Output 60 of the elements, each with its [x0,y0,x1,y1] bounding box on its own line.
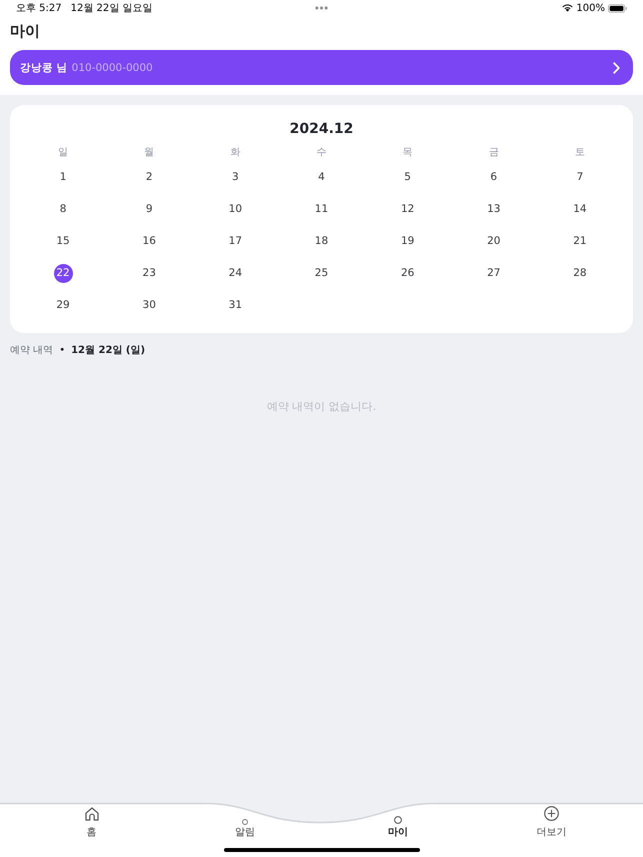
separator-dot: • [59,344,66,356]
tab-item[interactable]: 더보기 [536,806,566,839]
section-label: 예약 내역 [10,344,54,357]
status-time: 오후 5:27 [16,2,62,15]
calendar-day[interactable]: 19 [398,232,418,250]
calendar-day[interactable]: 24 [226,264,245,282]
weekday-label: 화 [230,147,240,159]
calendar-day[interactable]: 22 [54,264,73,282]
profile-card[interactable]: 강낭콩 님 010-0000-0000 [10,50,633,85]
calendar-day[interactable]: 18 [312,232,331,250]
empty-message: 예약 내역이 없습니다. [266,400,376,414]
weekday-label: 월 [144,147,154,159]
calendar-day[interactable]: 29 [54,296,73,314]
calendar-day[interactable]: 25 [312,264,331,282]
calendar-day[interactable]: 23 [140,264,159,282]
tab-item[interactable]: 마이 [388,806,408,839]
calendar-day[interactable]: 4 [312,168,331,186]
calendar-day[interactable]: 13 [484,200,504,218]
battery-percent: 100% [576,2,605,14]
calendar-day[interactable]: 31 [226,296,245,314]
weekday-label: 금 [488,147,499,159]
page-title: 마이 [10,21,41,42]
plus-circle-icon [544,806,559,821]
home-icon [84,807,99,821]
chevron-right-icon [613,62,620,74]
calendar-day[interactable]: 8 [54,200,73,218]
calendar-day[interactable]: 20 [484,232,504,250]
calendar-day[interactable]: 12 [398,200,418,218]
calendar-title: 2024.12 [288,120,354,139]
battery-icon [608,4,627,12]
calendar-day[interactable]: 21 [570,232,590,250]
calendar-day[interactable]: 10 [226,200,245,218]
calendar-day[interactable]: 15 [54,232,73,250]
calendar-day[interactable]: 17 [226,232,245,250]
calendar-day[interactable]: 5 [398,168,418,186]
calendar-day[interactable]: 14 [570,200,590,218]
more-icon[interactable] [315,6,328,10]
tab-item[interactable]: 알림 [234,806,255,839]
circle-icon [394,816,402,824]
calendar-day[interactable]: 27 [484,264,504,282]
calendar-day[interactable]: 30 [140,296,159,314]
calendar-day[interactable]: 16 [140,232,159,250]
selected-date: 12월 22일 (일) [71,344,146,357]
circle-icon [242,819,248,825]
calendar-day[interactable]: 1 [54,168,73,186]
calendar-day[interactable]: 11 [312,200,331,218]
calendar-day[interactable]: 28 [570,264,590,282]
calendar-day[interactable]: 9 [140,200,159,218]
wifi-icon [562,4,574,12]
status-date: 12월 22일 일요일 [70,2,152,15]
weekday-label: 일 [58,147,68,159]
weekday-label: 수 [316,147,326,159]
calendar-day[interactable]: 6 [484,168,504,186]
weekday-label: 목 [402,147,413,159]
tab-item[interactable]: 홈 [84,806,99,839]
weekday-label: 토 [574,147,585,159]
calendar-day[interactable]: 26 [398,264,418,282]
calendar-day[interactable]: 3 [226,168,245,186]
calendar-day[interactable]: 7 [570,168,590,186]
calendar-day[interactable]: 2 [140,168,159,186]
